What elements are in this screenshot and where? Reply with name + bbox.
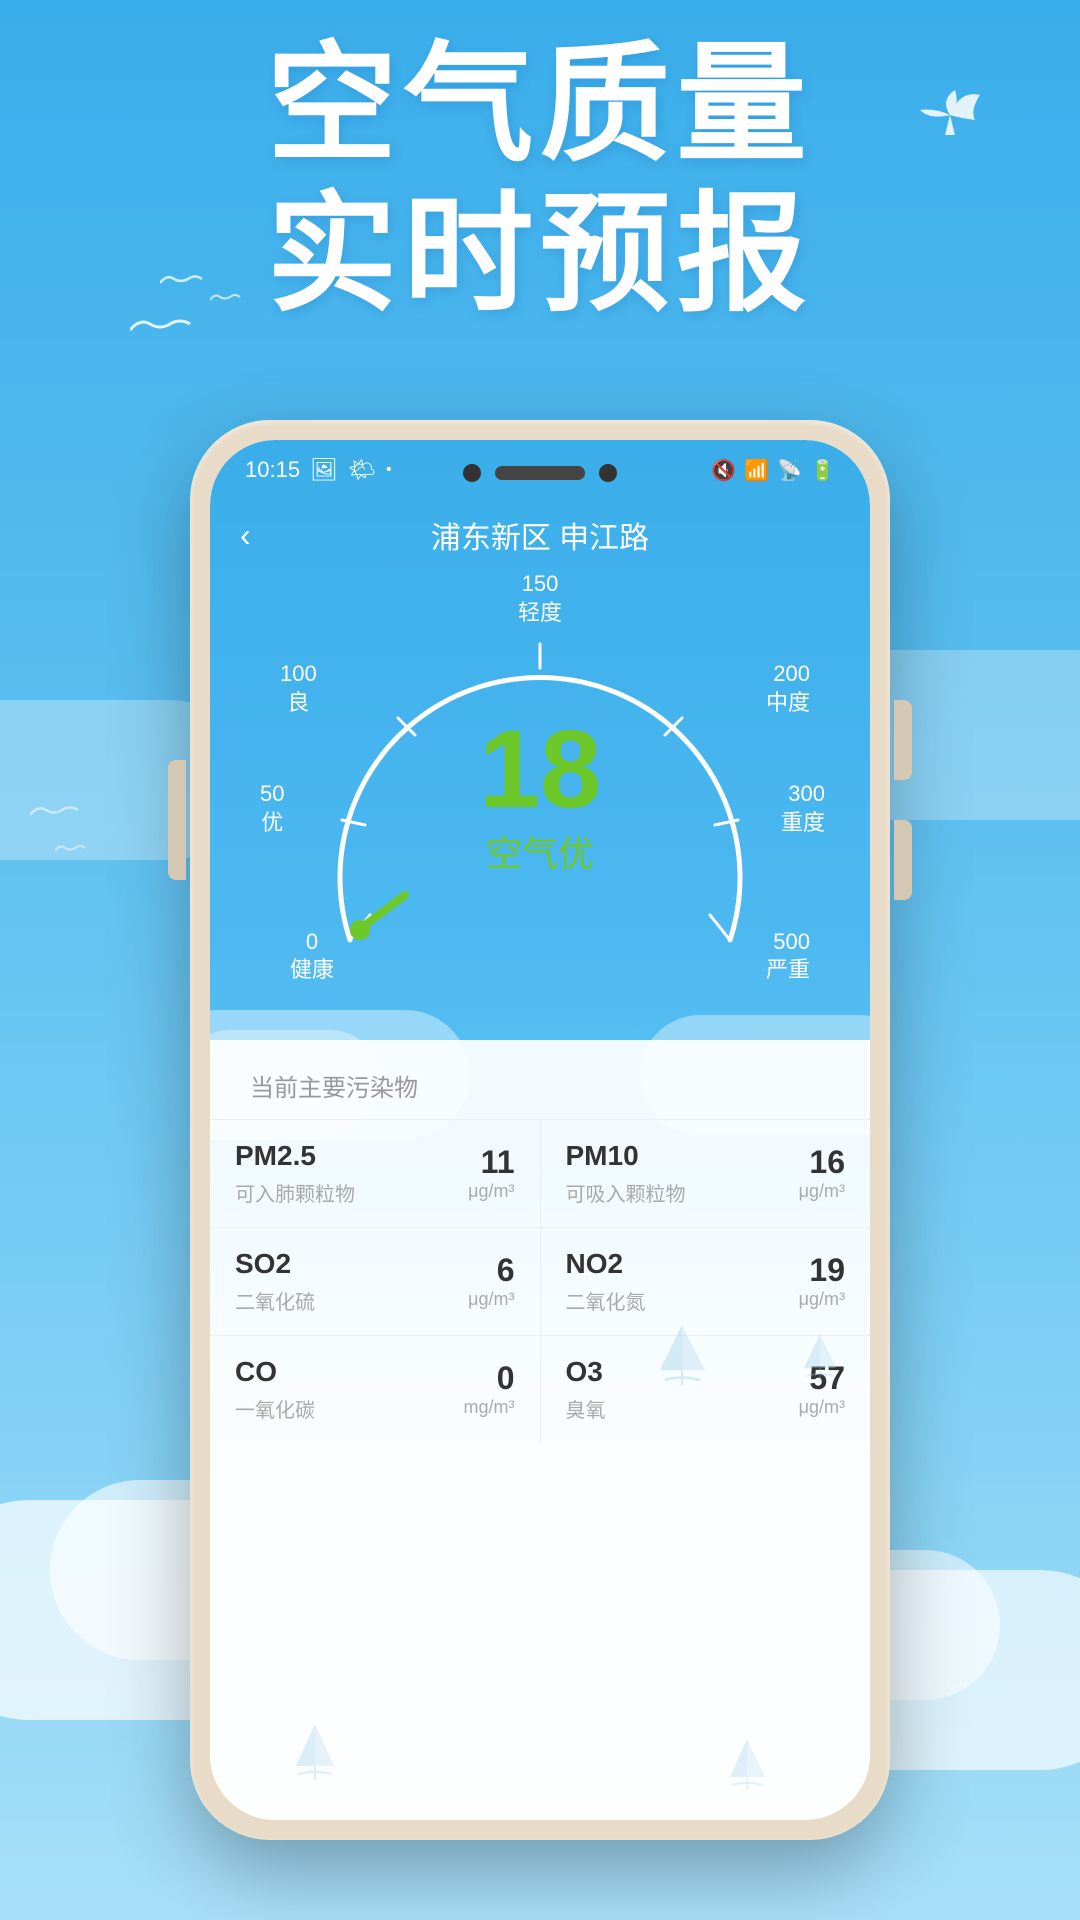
- aqi-quality-label: 空气优: [479, 825, 601, 877]
- no2-cell: NO2 二氧化氮 19 μg/m³: [541, 1228, 871, 1335]
- pm10-value: 16: [799, 1144, 845, 1181]
- no2-value: 19: [799, 1252, 845, 1289]
- back-button[interactable]: ‹: [240, 517, 251, 554]
- bird-icon-3: [210, 290, 245, 310]
- o3-desc: 臭氧: [566, 1394, 606, 1423]
- phone-screen: 10:15 🖼 🌤 • 🔇 📶 📡 🔋 ‹ 浦东新区 申江路: [210, 440, 870, 1820]
- pm25-value: 11: [468, 1144, 514, 1181]
- pollutant-row-1: PM2.5 可入肺颗粒物 11 μg/m³ PM10: [210, 1119, 870, 1227]
- phone-button-2: [894, 820, 912, 900]
- co-unit: mg/m³: [464, 1397, 515, 1418]
- phone-mockup: 10:15 🖼 🌤 • 🔇 📶 📡 🔋 ‹ 浦东新区 申江路: [190, 420, 890, 1840]
- bird-left-icon: [30, 800, 90, 830]
- o3-name: O3: [566, 1356, 606, 1388]
- location-title: 浦东新区 申江路: [431, 513, 649, 557]
- pm10-cell: PM10 可吸入颗粒物 16 μg/m³: [541, 1120, 871, 1227]
- co-value: 0: [464, 1360, 515, 1397]
- so2-name: SO2: [235, 1248, 315, 1280]
- sailboat-bottom-right-icon: [725, 1735, 770, 1790]
- sailboat-right-icon: [800, 1330, 840, 1382]
- bird-left-2-icon: [55, 840, 95, 862]
- pollutant-row-2: SO2 二氧化硫 6 μg/m³ NO2: [210, 1227, 870, 1335]
- aqi-value: 18: [479, 715, 601, 825]
- gauge-center: 18 空气优: [479, 715, 601, 877]
- sailboat-bottom-left-icon: [290, 1720, 340, 1780]
- front-sensor: [599, 464, 617, 482]
- air-quality-gauge: 150轻度 100良 200中度 50优 300重度: [250, 570, 830, 990]
- no2-unit: μg/m³: [799, 1289, 845, 1310]
- so2-value: 6: [468, 1252, 514, 1289]
- co-name: CO: [235, 1356, 315, 1388]
- dove-icon: [900, 80, 1000, 150]
- pm25-name: PM2.5: [235, 1140, 355, 1172]
- so2-unit: μg/m³: [468, 1289, 514, 1310]
- no2-desc: 二氧化氮: [566, 1286, 646, 1315]
- co-cell: CO 一氧化碳 0 mg/m³: [210, 1336, 541, 1443]
- pm25-cell: PM2.5 可入肺颗粒物 11 μg/m³: [210, 1120, 541, 1227]
- so2-cell: SO2 二氧化硫 6 μg/m³: [210, 1228, 541, 1335]
- pollutants-title: 当前主要污染物: [210, 1040, 870, 1119]
- sailboat-left-icon: [655, 1320, 710, 1385]
- co-desc: 一氧化碳: [235, 1394, 315, 1423]
- app-screen: 10:15 🖼 🌤 • 🔇 📶 📡 🔋 ‹ 浦东新区 申江路: [210, 440, 870, 1820]
- pollutants-section: 当前主要污染物 PM2.5 可入肺颗粒物 11 μg/m³: [210, 1040, 870, 1820]
- phone-power-button: [894, 700, 912, 780]
- pm25-unit: μg/m³: [468, 1181, 514, 1202]
- phone-volume-button: [168, 760, 186, 880]
- pm25-desc: 可入肺颗粒物: [235, 1178, 355, 1207]
- so2-desc: 二氧化硫: [235, 1286, 315, 1315]
- o3-unit: μg/m³: [799, 1397, 845, 1418]
- pm10-unit: μg/m³: [799, 1181, 845, 1202]
- bird-icon: [130, 310, 210, 350]
- pm10-desc: 可吸入颗粒物: [566, 1178, 686, 1207]
- pm10-name: PM10: [566, 1140, 686, 1172]
- no2-name: NO2: [566, 1248, 646, 1280]
- pollutant-row-3: CO 一氧化碳 0 mg/m³ O3: [210, 1335, 870, 1443]
- app-header: ‹ 浦东新区 申江路: [210, 500, 870, 570]
- earpiece: [495, 466, 585, 480]
- bird-icon-2: [160, 270, 210, 296]
- front-camera: [463, 464, 481, 482]
